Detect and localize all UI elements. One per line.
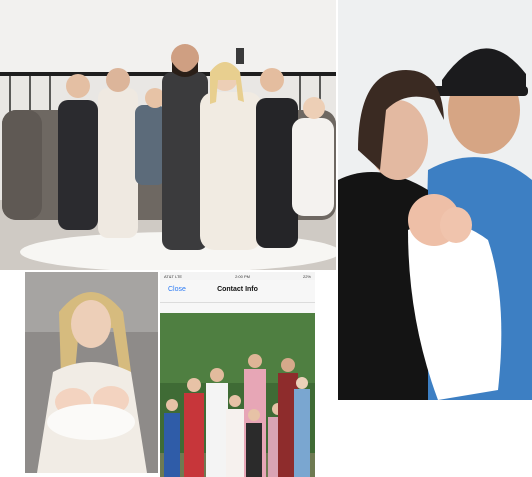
- battery-label: 22%: [302, 273, 311, 279]
- nav-bar: Close Contact Info: [160, 280, 315, 303]
- mother-with-twins-photo: [25, 272, 158, 473]
- page-title: Contact Info: [217, 286, 258, 293]
- family-portrait-photo: [0, 0, 336, 270]
- time-label: 2:00 PM: [235, 273, 250, 279]
- couple-with-newborn-photo: [338, 0, 532, 400]
- phone-screenshot: AT&T LTE 2:00 PM 22% Close Contact Info: [160, 272, 315, 477]
- carrier-label: AT&T LTE: [164, 273, 183, 279]
- status-bar: AT&T LTE 2:00 PM 22%: [160, 272, 315, 280]
- children-group-photo: [160, 313, 315, 477]
